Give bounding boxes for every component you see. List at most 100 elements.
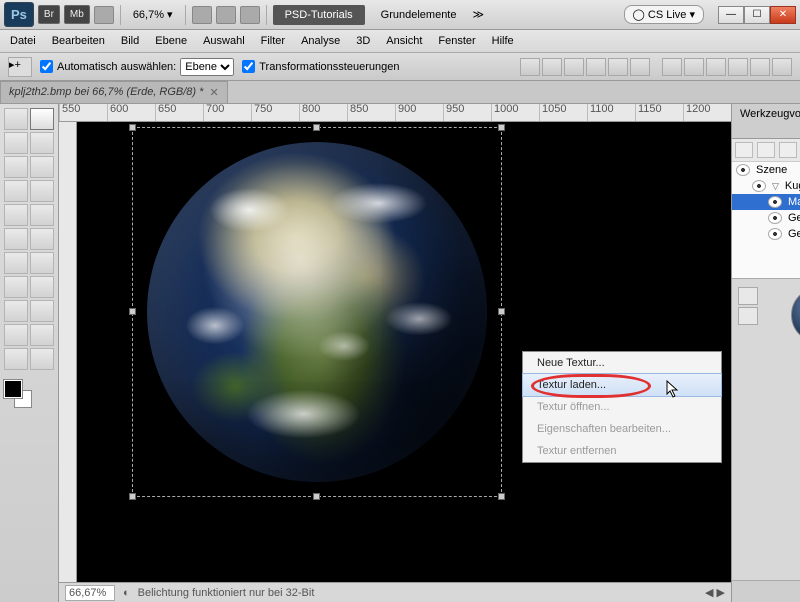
- stamp-tool-icon[interactable]: [4, 204, 28, 226]
- ctx-load-texture[interactable]: Textur laden...: [522, 373, 722, 397]
- align-bottom-icon[interactable]: [564, 58, 584, 76]
- bridge-icon[interactable]: Br: [38, 5, 60, 24]
- menu-analyse[interactable]: Analyse: [301, 35, 340, 47]
- handle-bl[interactable]: [129, 493, 136, 500]
- close-button[interactable]: ✕: [770, 6, 796, 24]
- menu-3d[interactable]: 3D: [356, 35, 370, 47]
- align-left-icon[interactable]: [586, 58, 606, 76]
- document-tab[interactable]: kplj2th2.bmp bei 66,7% (Erde, RGB/8) * ✕: [0, 81, 228, 103]
- panel-tab-preset[interactable]: Werkzeugvorgabe: [732, 104, 800, 138]
- layout-icon[interactable]: [94, 6, 114, 24]
- menu-bearbeiten[interactable]: Bearbeiten: [52, 35, 105, 47]
- workspace-tab-psd[interactable]: PSD-Tutorials: [273, 5, 365, 25]
- menu-ebene[interactable]: Ebene: [155, 35, 187, 47]
- disclosure-icon[interactable]: ▽: [772, 181, 779, 192]
- status-zoom[interactable]: 66,67%: [65, 585, 115, 601]
- pen-tool-icon[interactable]: [4, 276, 28, 298]
- zoom-tool-icon[interactable]: [30, 348, 54, 370]
- handle-tr[interactable]: [498, 124, 505, 131]
- eye-icon[interactable]: [752, 180, 766, 192]
- scene-item-light2[interactable]: Gerichtetes Licht 2: [732, 226, 800, 242]
- marquee-tool-icon[interactable]: [4, 108, 28, 130]
- align-hcenter-icon[interactable]: [608, 58, 628, 76]
- dist-top-icon[interactable]: [662, 58, 682, 76]
- handle-mr[interactable]: [498, 308, 505, 315]
- filter-material-icon[interactable]: [779, 142, 797, 158]
- auto-select-dropdown[interactable]: Ebene: [180, 58, 234, 76]
- lasso-tool-icon[interactable]: [4, 132, 28, 154]
- transform-checkbox[interactable]: [242, 60, 255, 73]
- document-tab-close-icon[interactable]: ✕: [209, 86, 218, 99]
- cslive-button[interactable]: ◯ CS Live ▾: [624, 5, 704, 24]
- path-tool-icon[interactable]: [4, 300, 28, 322]
- handle-bc[interactable]: [313, 493, 320, 500]
- handle-ml[interactable]: [129, 308, 136, 315]
- filter-mesh-icon[interactable]: [757, 142, 775, 158]
- menu-bar: Datei Bearbeiten Bild Ebene Auswahl Filt…: [0, 30, 800, 53]
- fg-color-swatch[interactable]: [4, 380, 22, 398]
- transform-controls[interactable]: Transformationssteuerungen: [242, 60, 399, 73]
- move-tool-icon[interactable]: [30, 108, 54, 130]
- brush-tool-icon[interactable]: [30, 180, 54, 202]
- dist-left-icon[interactable]: [728, 58, 748, 76]
- menu-datei[interactable]: Datei: [10, 35, 36, 47]
- menu-hilfe[interactable]: Hilfe: [492, 35, 514, 47]
- zoom-readout[interactable]: 66,7% ▾: [127, 8, 179, 21]
- gradient-tool-icon[interactable]: [30, 228, 54, 250]
- mat-dropper-icon[interactable]: [738, 287, 758, 305]
- hand-icon[interactable]: [192, 6, 212, 24]
- type-tool-icon[interactable]: [30, 276, 54, 298]
- dist-vcenter-icon[interactable]: [684, 58, 704, 76]
- shape-tool-icon[interactable]: [30, 300, 54, 322]
- menu-filter[interactable]: Filter: [261, 35, 285, 47]
- scene-item-light1[interactable]: Gerichtetes Licht 1: [732, 210, 800, 226]
- minibridge-icon[interactable]: Mb: [64, 5, 90, 24]
- wand-tool-icon[interactable]: [30, 132, 54, 154]
- menu-auswahl[interactable]: Auswahl: [203, 35, 245, 47]
- handle-tc[interactable]: [313, 124, 320, 131]
- auto-select-checkbox[interactable]: [40, 60, 53, 73]
- dodge-tool-icon[interactable]: [30, 252, 54, 274]
- color-swatches[interactable]: [4, 380, 54, 410]
- mat-bucket-icon[interactable]: [738, 307, 758, 325]
- eye-icon[interactable]: [736, 164, 750, 176]
- history-brush-tool-icon[interactable]: [30, 204, 54, 226]
- ctx-new-texture[interactable]: Neue Textur...: [523, 352, 721, 374]
- move-tool-icon[interactable]: ▸+: [8, 57, 32, 77]
- handle-tl[interactable]: [129, 124, 136, 131]
- dist-bottom-icon[interactable]: [706, 58, 726, 76]
- eye-icon[interactable]: [768, 196, 782, 208]
- handle-br[interactable]: [498, 493, 505, 500]
- hand-tool-icon[interactable]: [4, 348, 28, 370]
- dist-hcenter-icon[interactable]: [750, 58, 770, 76]
- blur-tool-icon[interactable]: [4, 252, 28, 274]
- 3drotate-tool-icon[interactable]: [4, 324, 28, 346]
- auto-select[interactable]: Automatisch auswählen: Ebene: [40, 58, 234, 76]
- scene-root[interactable]: Szene: [732, 162, 800, 178]
- crop-tool-icon[interactable]: [4, 156, 28, 178]
- transform-box[interactable]: [132, 127, 502, 497]
- screenmode-icon[interactable]: [240, 6, 260, 24]
- minimize-button[interactable]: —: [718, 6, 744, 24]
- eye-icon[interactable]: [768, 228, 782, 240]
- menu-fenster[interactable]: Fenster: [438, 35, 475, 47]
- scene-item-kugel[interactable]: ▽ Kugel: [732, 178, 800, 194]
- 3dorbit-tool-icon[interactable]: [30, 324, 54, 346]
- material-preview[interactable]: [791, 287, 800, 343]
- maximize-button[interactable]: ☐: [744, 6, 770, 24]
- menu-bild[interactable]: Bild: [121, 35, 139, 47]
- workspace-tab-grund[interactable]: Grundelemente: [369, 5, 469, 25]
- eraser-tool-icon[interactable]: [4, 228, 28, 250]
- align-top-icon[interactable]: [520, 58, 540, 76]
- scene-item-material[interactable]: Material_Kugel: [732, 194, 800, 210]
- dist-right-icon[interactable]: [772, 58, 792, 76]
- workspace-more-icon[interactable]: ≫: [472, 8, 484, 21]
- align-vcenter-icon[interactable]: [542, 58, 562, 76]
- heal-tool-icon[interactable]: [4, 180, 28, 202]
- eye-icon[interactable]: [768, 212, 782, 224]
- menu-ansicht[interactable]: Ansicht: [386, 35, 422, 47]
- eyedropper-tool-icon[interactable]: [30, 156, 54, 178]
- filter-scene-icon[interactable]: [735, 142, 753, 158]
- align-right-icon[interactable]: [630, 58, 650, 76]
- arrange-icon[interactable]: [216, 6, 236, 24]
